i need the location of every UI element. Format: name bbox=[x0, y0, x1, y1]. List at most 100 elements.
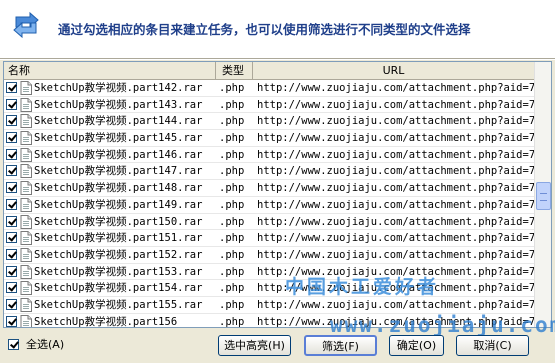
table-row[interactable]: SketchUp教学视频.part149.rar .php http://www.z… bbox=[4, 197, 534, 214]
file-icon bbox=[20, 181, 32, 196]
dialog-header: 通过勾选相应的条目来建立任务，也可以使用筛选进行不同类型的文件选择 bbox=[0, 0, 555, 58]
table-row[interactable]: SketchUp教学视频.part144.rar .php http://www.z… bbox=[4, 113, 534, 131]
download-arrows-icon bbox=[10, 9, 42, 41]
row-type: .php bbox=[219, 198, 245, 211]
row-url: http://www.zuojiaju.com/attachment.php?a… bbox=[257, 198, 534, 211]
file-icon bbox=[20, 131, 32, 146]
file-icon bbox=[20, 214, 32, 229]
row-type: .php bbox=[219, 182, 245, 195]
scrollbar-thumb[interactable] bbox=[536, 182, 551, 210]
row-name: SketchUp教学视频.part142.rar bbox=[34, 82, 203, 94]
row-type: .php bbox=[219, 82, 245, 94]
row-name: SketchUp教学视频.part146.rar bbox=[34, 148, 203, 161]
checkbox-icon[interactable] bbox=[8, 339, 19, 350]
row-type: .php bbox=[219, 232, 245, 245]
row-type: .php bbox=[219, 115, 245, 128]
file-icon bbox=[20, 314, 32, 327]
table-row[interactable]: SketchUp教学视频.part155.rar .php http://www.z… bbox=[4, 297, 534, 314]
list-rows: SketchUp教学视频.part142.rar .php http://www.z… bbox=[4, 80, 534, 328]
ok-button[interactable]: 确定(O) bbox=[389, 335, 444, 356]
row-url: http://www.zuojiaju.com/attachment.php?a… bbox=[257, 182, 534, 195]
row-url: http://www.zuojiaju.com/attachment.php?a… bbox=[257, 248, 534, 261]
row-checkbox[interactable] bbox=[6, 182, 17, 194]
row-url: http://www.zuojiaju.com/attachment.php?a… bbox=[257, 82, 534, 94]
row-name: SketchUp教学视频.part153.rar bbox=[34, 265, 203, 278]
row-checkbox[interactable] bbox=[6, 115, 17, 127]
row-checkbox[interactable] bbox=[6, 198, 17, 210]
row-type: .php bbox=[219, 282, 245, 295]
row-url: http://www.zuojiaju.com/attachment.php?a… bbox=[257, 298, 534, 311]
row-type: .php bbox=[219, 132, 245, 145]
file-icon bbox=[20, 231, 32, 246]
row-name: SketchUp教学视频.part154.rar bbox=[34, 282, 203, 295]
row-name: SketchUp教学视频.part150.rar bbox=[34, 215, 203, 228]
row-checkbox[interactable] bbox=[6, 148, 17, 160]
table-row[interactable]: SketchUp教学视频.part153.rar .php http://www.z… bbox=[4, 264, 534, 281]
file-icon bbox=[20, 297, 32, 312]
row-url: http://www.zuojiaju.com/attachment.php?a… bbox=[257, 215, 534, 228]
row-url: http://www.zuojiaju.com/attachment.php?a… bbox=[257, 232, 534, 245]
row-url: http://www.zuojiaju.com/attachment.php?a… bbox=[257, 98, 534, 111]
file-icon bbox=[20, 147, 32, 162]
header-instruction: 通过勾选相应的条目来建立任务，也可以使用筛选进行不同类型的文件选择 bbox=[58, 22, 471, 37]
row-name: SketchUp教学视频.part148.rar bbox=[34, 182, 203, 195]
file-icon bbox=[20, 247, 32, 262]
vertical-scrollbar[interactable] bbox=[534, 62, 551, 327]
table-row[interactable]: SketchUp教学视频.part145.rar .php http://www.z… bbox=[4, 130, 534, 147]
column-header-name[interactable]: 名称 bbox=[4, 62, 216, 79]
row-name: SketchUp教学视频.part156 bbox=[34, 315, 178, 328]
row-name: SketchUp教学视频.part151.rar bbox=[34, 232, 203, 245]
filter-button[interactable]: 筛选(F) bbox=[304, 335, 377, 356]
list-header: 名称 类型 URL bbox=[4, 62, 534, 80]
row-checkbox[interactable] bbox=[6, 132, 17, 144]
row-name: SketchUp教学视频.part143.rar bbox=[34, 98, 203, 111]
row-url: http://www.zuojiaju.com/attachment.php?a… bbox=[257, 165, 534, 178]
table-row[interactable]: SketchUp教学视频.part143.rar .php http://www.z… bbox=[4, 97, 534, 114]
row-url: http://www.zuojiaju.com/attachment.php?a… bbox=[257, 148, 534, 161]
select-all-label: 全选(A) bbox=[26, 338, 65, 351]
table-row[interactable]: SketchUp教学视频.part147.rar .php http://www.z… bbox=[4, 163, 534, 181]
file-icon bbox=[20, 81, 32, 95]
row-name: SketchUp教学视频.part145.rar bbox=[34, 132, 203, 145]
row-name: SketchUp教学视频.part147.rar bbox=[34, 165, 203, 178]
file-list[interactable]: 名称 类型 URL SketchUp教学视频.part142.rar .php ht… bbox=[3, 61, 552, 328]
row-type: .php bbox=[219, 298, 245, 311]
row-checkbox[interactable] bbox=[6, 232, 17, 244]
select-highlight-button[interactable]: 选中高亮(H) bbox=[218, 335, 291, 356]
file-icon bbox=[20, 97, 32, 112]
row-type: .php bbox=[219, 148, 245, 161]
row-name: SketchUp教学视频.part152.rar bbox=[34, 248, 203, 261]
row-type: .php bbox=[219, 315, 245, 328]
row-type: .php bbox=[219, 248, 245, 261]
file-icon bbox=[20, 197, 32, 212]
file-icon bbox=[20, 281, 32, 296]
row-checkbox[interactable] bbox=[6, 82, 17, 93]
table-row[interactable]: SketchUp教学视频.part152.rar .php http://www.z… bbox=[4, 247, 534, 264]
row-checkbox[interactable] bbox=[6, 282, 17, 294]
row-name: SketchUp教学视频.part149.rar bbox=[34, 198, 203, 211]
table-row[interactable]: SketchUp教学视频.part142.rar .php http://www.z… bbox=[4, 80, 534, 97]
row-checkbox[interactable] bbox=[6, 165, 17, 177]
file-icon bbox=[20, 164, 32, 179]
row-type: .php bbox=[219, 98, 245, 111]
column-header-type[interactable]: 类型 bbox=[216, 62, 253, 79]
column-header-url[interactable]: URL bbox=[253, 62, 534, 79]
header-divider bbox=[0, 58, 555, 60]
table-row[interactable]: SketchUp教学视频.part148.rar .php http://www.z… bbox=[4, 180, 534, 197]
row-checkbox[interactable] bbox=[6, 215, 17, 227]
table-row[interactable]: SketchUp教学视频.part154.rar .php http://www.z… bbox=[4, 280, 534, 297]
row-checkbox[interactable] bbox=[6, 298, 17, 310]
table-row[interactable]: SketchUp教学视频.part146.rar .php http://www.z… bbox=[4, 147, 534, 164]
row-checkbox[interactable] bbox=[6, 98, 17, 110]
row-checkbox[interactable] bbox=[6, 248, 17, 260]
row-checkbox[interactable] bbox=[6, 265, 17, 277]
table-row[interactable]: SketchUp教学视频.part150.rar .php http://www.z… bbox=[4, 214, 534, 231]
row-checkbox[interactable] bbox=[6, 315, 17, 327]
row-name: SketchUp教学视频.part144.rar bbox=[34, 115, 203, 128]
watermark-title: 中国木工爱好者 bbox=[285, 276, 440, 298]
row-url: http://www.zuojiaju.com/attachment.php?a… bbox=[257, 132, 534, 145]
table-row[interactable]: SketchUp教学视频.part151.rar .php http://www.z… bbox=[4, 230, 534, 247]
file-icon bbox=[20, 114, 32, 129]
cancel-button[interactable]: 取消(C) bbox=[456, 335, 529, 356]
row-url: http://www.zuojiaju.com/attachment.php?a… bbox=[257, 115, 534, 128]
